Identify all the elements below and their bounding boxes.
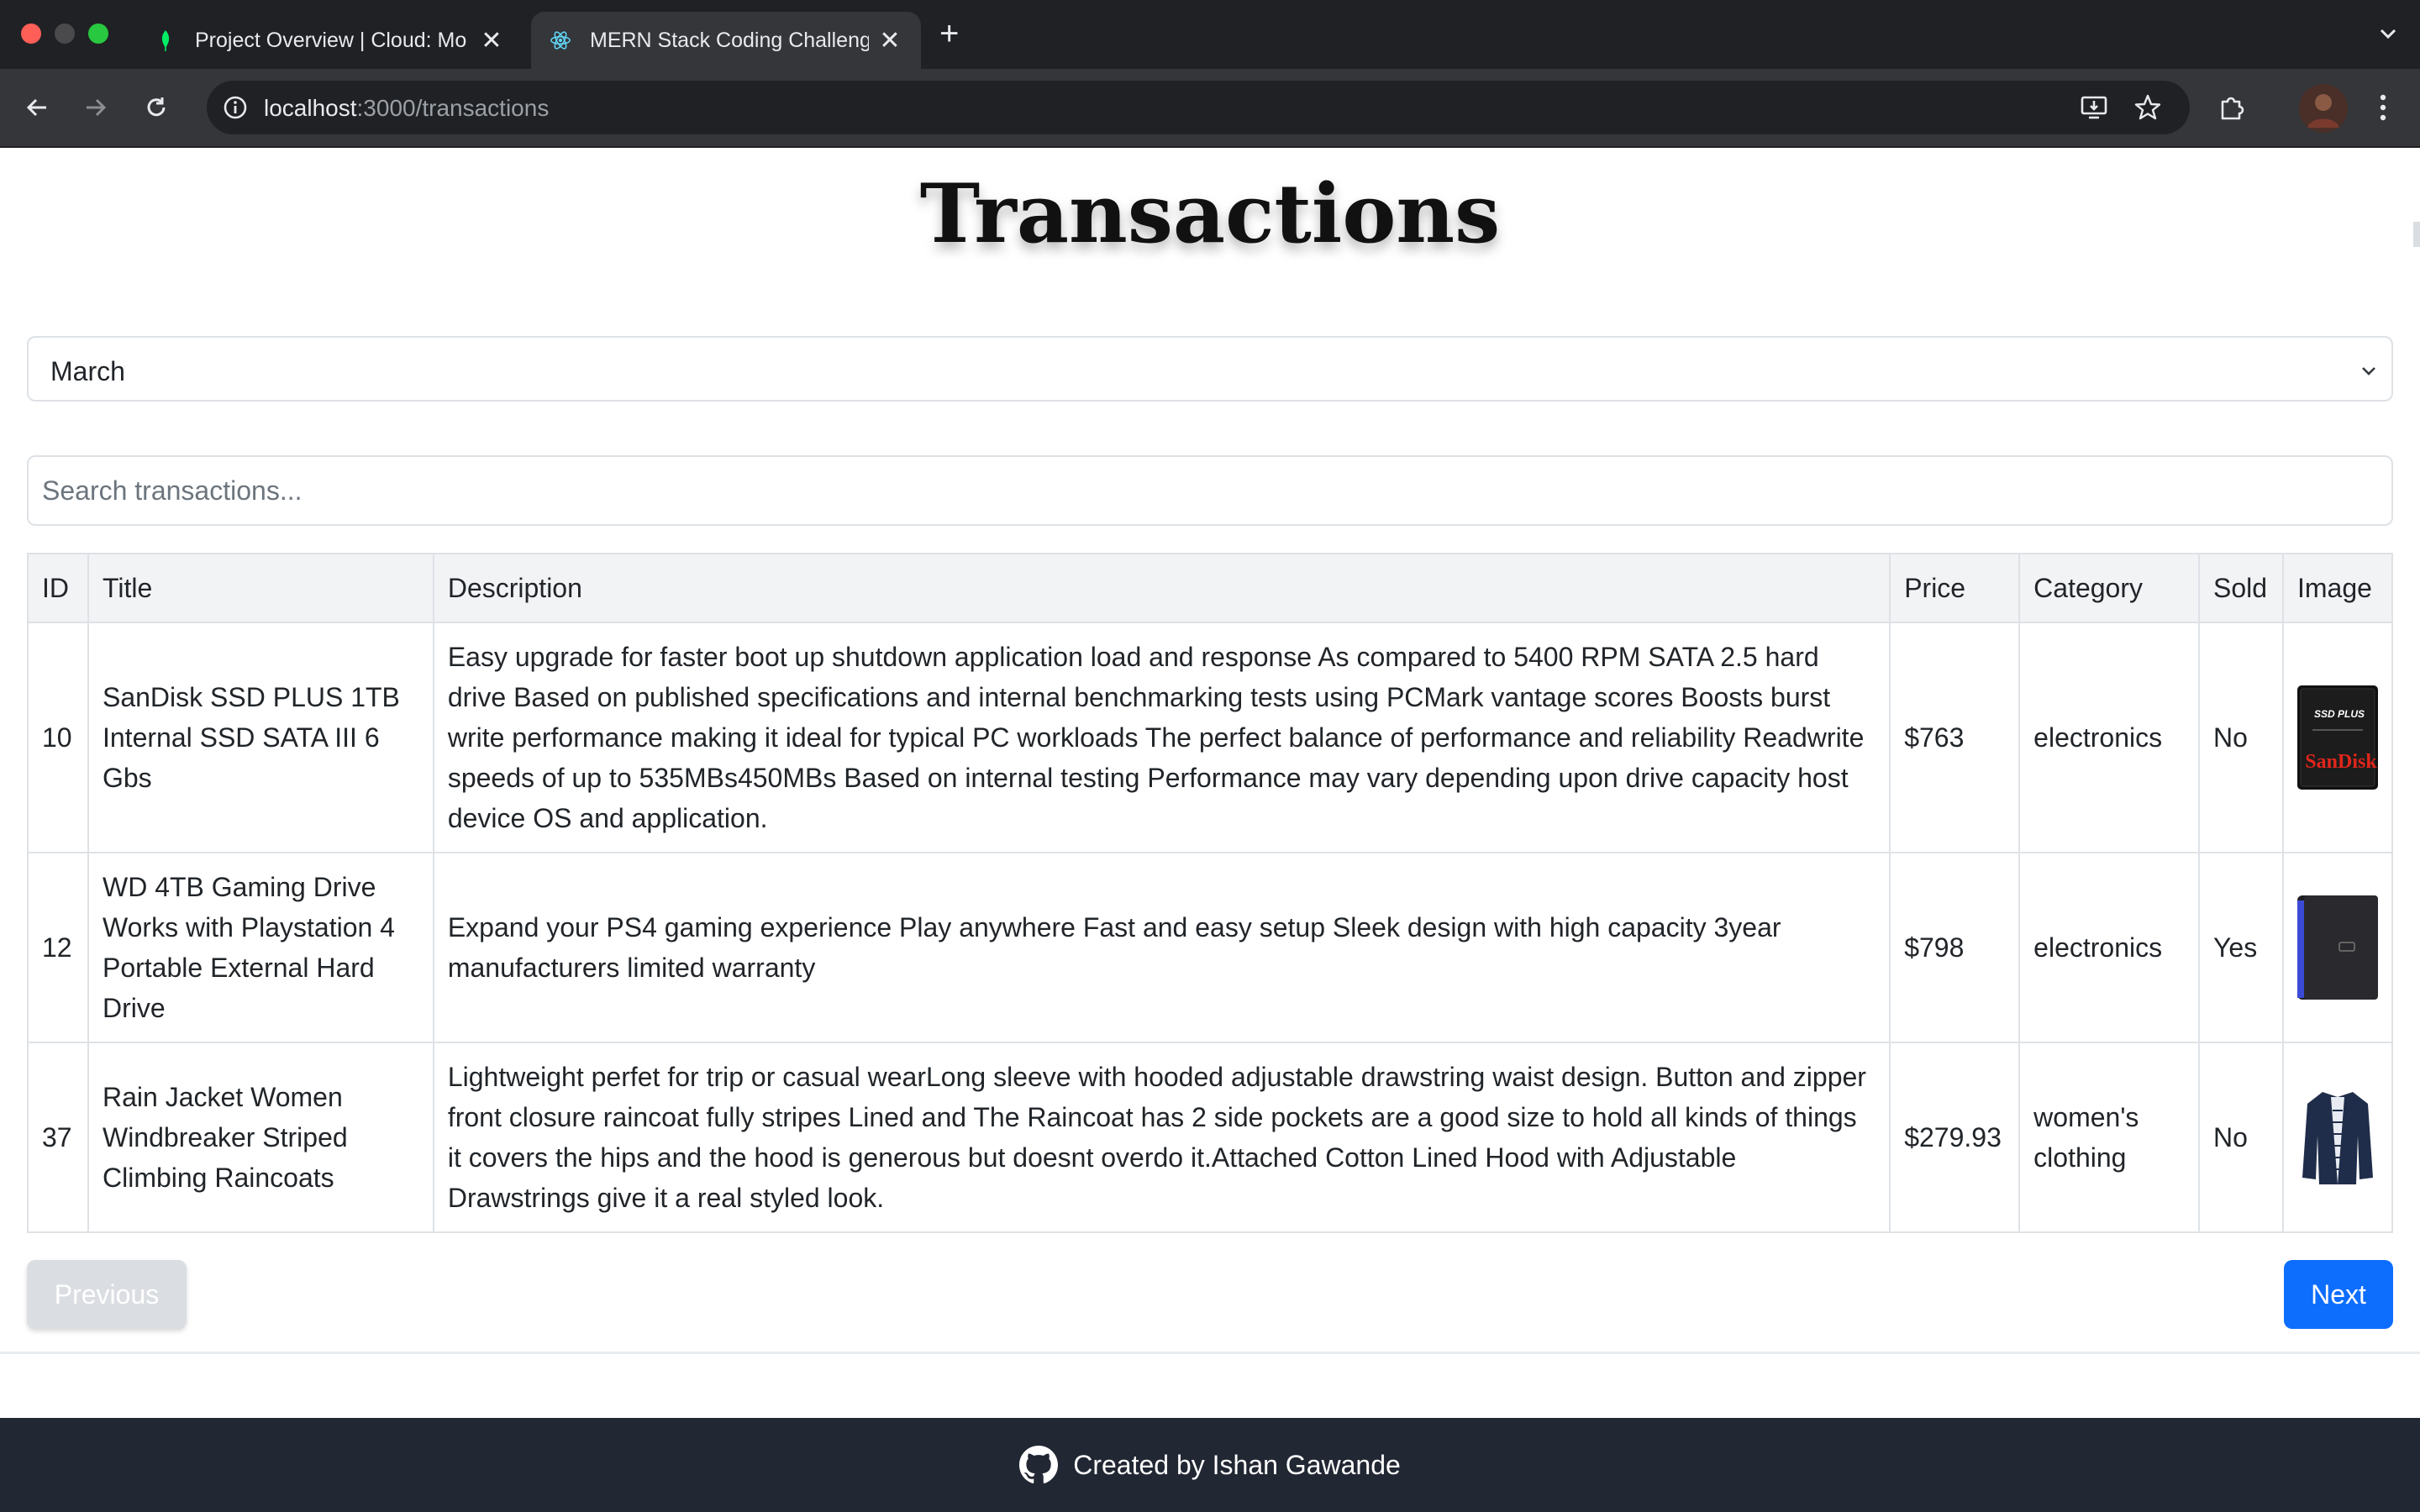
browser-toolbar: localhost:3000/transactions <box>0 69 2420 148</box>
cell-category: electronics <box>2018 852 2200 1043</box>
table-header-row: ID Title Description Price Category Sold… <box>27 553 2394 623</box>
cell-title: Rain Jacket Women Windbreaker Striped Cl… <box>87 1042 434 1233</box>
reload-icon[interactable] <box>138 89 175 126</box>
address-bar[interactable]: localhost:3000/transactions <box>207 81 2190 134</box>
tab-title: MERN Stack Coding Challeng <box>590 28 869 52</box>
forward-arrow-icon[interactable] <box>77 89 114 126</box>
cell-description: Easy upgrade for faster boot up shutdown… <box>432 622 1891 853</box>
window-zoom-button[interactable] <box>88 24 108 44</box>
search-input[interactable] <box>42 457 2378 524</box>
sandisk-ssd-thumbnail: SSD PLUS SanDisk <box>2296 685 2378 790</box>
react-icon <box>550 29 571 51</box>
column-header-id: ID <box>27 553 89 623</box>
cell-title: SanDisk SSD PLUS 1TB Internal SSD SATA I… <box>87 622 434 853</box>
tab-title: Project Overview | Cloud: Mo <box>195 28 467 52</box>
browser-tab-project-overview[interactable]: Project Overview | Cloud: Mo ✕ <box>136 12 523 69</box>
column-header-category: Category <box>2018 553 2200 623</box>
column-header-sold: Sold <box>2197 553 2284 623</box>
cell-id: 37 <box>27 1042 89 1233</box>
cell-category: electronics <box>2018 622 2200 853</box>
bookmark-star-icon[interactable] <box>2131 91 2165 124</box>
profile-avatar[interactable] <box>2299 84 2348 133</box>
github-icon[interactable] <box>1019 1446 1059 1484</box>
table-row: 37 Rain Jacket Women Windbreaker Striped… <box>27 1042 2394 1233</box>
column-header-description: Description <box>432 553 1891 623</box>
svg-text:SanDisk: SanDisk <box>2305 751 2377 773</box>
cell-description: Expand your PS4 gaming experience Play a… <box>432 852 1891 1043</box>
cell-image <box>2281 1042 2394 1233</box>
cell-sold: No <box>2197 1042 2284 1233</box>
chevron-down-icon[interactable] <box>2371 17 2405 50</box>
url-host: localhost <box>264 95 357 121</box>
cell-sold: No <box>2197 622 2284 853</box>
install-app-icon[interactable] <box>2077 91 2111 124</box>
url-path: :3000/transactions <box>356 95 550 121</box>
chevron-down-icon <box>2358 360 2380 381</box>
back-arrow-icon[interactable] <box>18 89 55 126</box>
cell-price: $279.93 <box>1889 1042 2021 1233</box>
column-header-title: Title <box>87 553 434 623</box>
cell-sold: Yes <box>2197 852 2284 1043</box>
window-close-button[interactable] <box>21 24 41 44</box>
column-header-image: Image <box>2281 553 2394 623</box>
cell-price: $763 <box>1889 622 2021 853</box>
cell-title: WD 4TB Gaming Drive Works with Playstati… <box>87 852 434 1043</box>
more-menu-icon[interactable] <box>2365 89 2402 126</box>
window-minimize-button[interactable] <box>55 24 75 44</box>
table-row: 10 SanDisk SSD PLUS 1TB Internal SSD SAT… <box>27 622 2394 853</box>
mongodb-leaf-icon <box>155 29 176 51</box>
month-select[interactable]: March <box>27 336 2393 402</box>
cell-id: 10 <box>27 622 89 853</box>
close-icon[interactable]: ✕ <box>877 26 902 55</box>
new-tab-icon[interactable]: + <box>939 15 959 52</box>
close-icon[interactable]: ✕ <box>479 26 504 55</box>
footer: Created by Ishan Gawande <box>0 1418 2420 1512</box>
cell-price: $798 <box>1889 852 2021 1043</box>
table-row: 12 WD 4TB Gaming Drive Works with Playst… <box>27 852 2394 1043</box>
transactions-table: ID Title Description Price Category Sold… <box>27 553 2394 1233</box>
browser-tab-bar: Project Overview | Cloud: Mo ✕ MERN Stac… <box>0 0 2420 69</box>
cell-id: 12 <box>27 852 89 1043</box>
cell-image <box>2281 852 2394 1043</box>
wd-gaming-drive-thumbnail <box>2296 895 2378 1000</box>
page-title: Transactions <box>919 166 1501 261</box>
month-select-value: March <box>50 356 125 386</box>
footer-credit-text: Created by Ishan Gawande <box>1073 1449 1401 1480</box>
url-text: localhost:3000/transactions <box>264 95 549 122</box>
svg-text:SSD PLUS: SSD PLUS <box>2314 708 2365 720</box>
cell-image: SSD PLUS SanDisk <box>2281 622 2394 853</box>
column-header-price: Price <box>1889 553 2021 623</box>
extensions-puzzle-icon[interactable] <box>2213 89 2250 126</box>
previous-button[interactable]: Previous <box>27 1260 187 1329</box>
site-info-icon[interactable] <box>217 89 254 126</box>
rain-jacket-thumbnail <box>2296 1085 2378 1189</box>
cell-description: Lightweight perfet for trip or casual we… <box>432 1042 1891 1233</box>
cell-category: women's clothing <box>2018 1042 2200 1233</box>
next-button[interactable]: Next <box>2284 1260 2393 1329</box>
search-box <box>27 455 2393 526</box>
browser-tab-mern-challenge[interactable]: MERN Stack Coding Challeng ✕ <box>531 12 921 69</box>
